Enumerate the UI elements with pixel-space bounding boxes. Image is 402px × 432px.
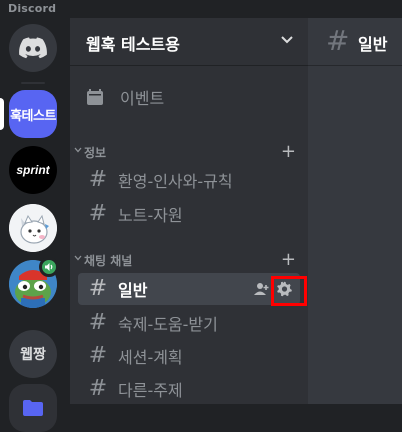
discord-home-button[interactable] xyxy=(9,24,57,72)
server-sprint[interactable]: sprint xyxy=(9,146,57,194)
server-rail: 훅테스트 sprint 웹짱 xyxy=(0,18,70,432)
hash-icon: # xyxy=(88,343,108,368)
channel-label: 숙제-도움-받기 xyxy=(118,315,218,334)
title-bar: Discord xyxy=(0,0,402,18)
chevron-down-icon xyxy=(74,255,82,261)
channel-item[interactable]: # 환영-인사와-규칙 xyxy=(78,164,300,196)
channel-label: 노트-자원 xyxy=(118,206,183,225)
category-label: 정보 xyxy=(84,146,107,160)
add-channel-button[interactable]: + xyxy=(281,142,296,162)
folder-icon xyxy=(23,400,43,416)
category-info[interactable]: 정보 + xyxy=(70,142,308,162)
server-selected[interactable]: 훅테스트 xyxy=(9,90,57,138)
hash-icon: # xyxy=(88,376,108,401)
discord-logo-icon xyxy=(19,37,47,59)
invite-members-icon[interactable] xyxy=(254,282,270,296)
speaker-icon xyxy=(45,263,53,271)
chevron-down-icon xyxy=(74,147,82,153)
hash-icon: # xyxy=(88,310,108,335)
hash-icon: # xyxy=(88,167,108,192)
channel-label: 환영-인사와-규칙 xyxy=(118,172,233,191)
category-chat[interactable]: 채팅 채널 + xyxy=(70,250,308,270)
events-label: 이벤트 xyxy=(120,89,165,108)
channel-item[interactable]: # 숙제-도움-받기 xyxy=(78,307,300,339)
server-label: 웹짱 xyxy=(20,347,46,363)
hash-icon: # xyxy=(326,24,350,57)
channel-title: 일반 xyxy=(358,35,388,54)
chevron-down-icon xyxy=(281,36,293,44)
channel-header: # 일반 xyxy=(308,18,402,66)
channel-label: 일반 xyxy=(118,281,148,300)
channel-sidebar: 웹훅 테스트용 이벤트 정보 + # 환영-인사와-규칙 # 노트-자원 채팅 … xyxy=(70,18,308,404)
server-cat[interactable] xyxy=(9,204,57,252)
app-title: Discord xyxy=(8,2,57,15)
guild-header[interactable]: 웹훅 테스트용 xyxy=(70,18,308,66)
main-area: # 일반 xyxy=(308,18,402,404)
server-webjjang[interactable]: 웹짱 xyxy=(9,330,57,378)
channel-item[interactable]: # 다른-주제 xyxy=(78,373,300,405)
events-item[interactable]: 이벤트 xyxy=(78,80,300,114)
channel-item[interactable]: # 노트-자원 xyxy=(78,198,300,230)
channel-item-active[interactable]: # 일반 xyxy=(78,273,300,305)
add-channel-button[interactable]: + xyxy=(281,250,296,270)
server-frog[interactable] xyxy=(9,257,59,308)
server-label: 훅테스트 xyxy=(10,108,56,124)
server-label: sprint xyxy=(16,163,50,177)
category-label: 채팅 채널 xyxy=(84,254,133,268)
channel-label: 세션-계획 xyxy=(118,348,183,367)
hash-icon: # xyxy=(88,276,108,301)
channel-label: 다른-주제 xyxy=(118,381,183,400)
voice-active-badge xyxy=(39,257,59,277)
selected-server-pill xyxy=(0,98,4,130)
server-folder[interactable] xyxy=(9,384,57,432)
hash-icon: # xyxy=(88,201,108,226)
guild-name: 웹훅 테스트용 xyxy=(86,35,180,54)
channel-item[interactable]: # 세션-계획 xyxy=(78,340,300,372)
rail-separator xyxy=(21,82,45,84)
highlight-box xyxy=(271,276,307,306)
cat-avatar-icon xyxy=(9,204,57,252)
calendar-icon xyxy=(86,88,110,106)
